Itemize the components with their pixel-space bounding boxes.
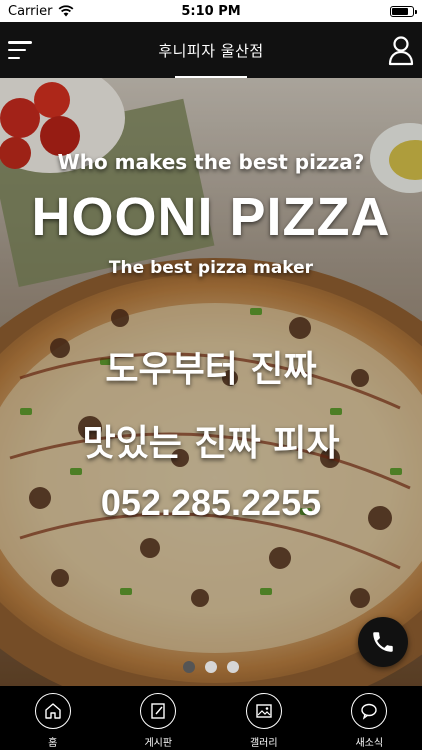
- app-header: 후니피자 울산점: [0, 22, 422, 78]
- call-button[interactable]: [358, 617, 408, 667]
- carousel-dot-1[interactable]: [183, 661, 195, 673]
- nav-item-home[interactable]: 홈: [13, 693, 93, 749]
- status-left: Carrier: [8, 4, 74, 19]
- carousel-dots: [0, 661, 422, 673]
- hero-banner[interactable]: Who makes the best pizza? HOONI PIZZA Th…: [0, 78, 422, 686]
- status-bar: Carrier 5:10 PM: [0, 0, 422, 22]
- carousel-dot-2[interactable]: [205, 661, 217, 673]
- menu-icon[interactable]: [8, 39, 34, 61]
- phone-icon: [373, 632, 393, 652]
- banner-line-2: 맛있는 진짜 피자: [82, 423, 340, 464]
- banner-subtitle: The best pizza maker: [108, 258, 314, 278]
- nav-label-news: 새소식: [355, 738, 384, 749]
- battery-fill: [392, 7, 408, 15]
- nav-label-gallery: 갤러리: [249, 738, 278, 749]
- nav-label-board: 게시판: [144, 738, 173, 749]
- nav-item-news[interactable]: 새소식: [329, 693, 409, 749]
- news-icon: [351, 693, 388, 729]
- battery-icon: [390, 5, 417, 17]
- home-icon: [34, 693, 71, 729]
- board-icon: [140, 693, 177, 729]
- carrier-label: Carrier: [8, 3, 53, 19]
- bottom-nav: 홈 게시판 갤러리 새소식: [0, 686, 422, 750]
- page-title: 후니피자 울산점: [158, 41, 264, 60]
- nav-label-home: 홈: [48, 738, 58, 749]
- user-icon[interactable]: [386, 34, 416, 66]
- carousel-dot-3[interactable]: [227, 661, 239, 673]
- banner-line-1: 도우부터 진짜: [105, 349, 317, 390]
- banner-brand: HOONI PIZZA: [31, 187, 391, 247]
- wifi-icon: [59, 5, 74, 17]
- gallery-icon: [245, 693, 282, 729]
- banner-phone: 052.285.2255: [100, 482, 322, 523]
- nav-item-board[interactable]: 게시판: [118, 693, 198, 749]
- banner-tagline: Who makes the best pizza?: [57, 150, 365, 174]
- nav-item-gallery[interactable]: 갤러리: [224, 693, 304, 749]
